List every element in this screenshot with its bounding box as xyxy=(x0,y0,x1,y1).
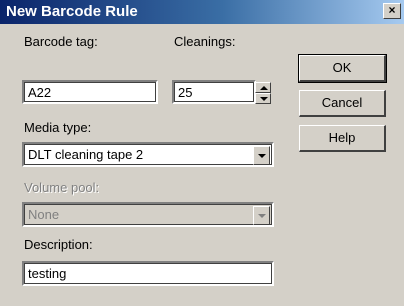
cleanings-spinner xyxy=(255,82,271,104)
cancel-button[interactable]: Cancel xyxy=(299,90,386,117)
media-type-value: DLT cleaning tape 2 xyxy=(28,147,144,162)
cleanings-increment-button[interactable] xyxy=(255,82,271,93)
media-type-label: Media type: xyxy=(24,120,92,135)
help-button[interactable]: Help xyxy=(299,125,386,152)
description-label: Description: xyxy=(24,237,93,252)
cleanings-label: Cleanings: xyxy=(174,34,236,49)
title-bar[interactable]: New Barcode Rule × xyxy=(0,0,404,24)
down-arrow-icon xyxy=(260,97,268,101)
media-type-dropdown-button[interactable] xyxy=(253,146,270,165)
up-arrow-icon xyxy=(260,86,268,90)
volume-pool-label: Volume pool: xyxy=(24,180,100,195)
description-input[interactable]: testing xyxy=(22,261,274,286)
volume-pool-value: None xyxy=(28,207,60,222)
volume-pool-dropdown-button xyxy=(253,206,270,225)
chevron-down-icon xyxy=(258,154,266,158)
ok-button[interactable]: OK xyxy=(298,54,387,83)
new-barcode-rule-dialog: New Barcode Rule × Barcode tag: A22 Clea… xyxy=(0,0,404,306)
barcode-tag-label: Barcode tag: xyxy=(24,34,98,49)
cleanings-input[interactable]: 25 xyxy=(172,80,256,104)
window-title: New Barcode Rule xyxy=(6,3,138,20)
chevron-down-icon xyxy=(258,214,266,218)
close-icon: × xyxy=(388,3,396,17)
barcode-tag-input[interactable]: A22 xyxy=(22,80,158,104)
cleanings-decrement-button[interactable] xyxy=(255,93,271,104)
volume-pool-select: None xyxy=(22,202,274,227)
close-button[interactable]: × xyxy=(383,3,401,19)
media-type-select[interactable]: DLT cleaning tape 2 xyxy=(22,142,274,167)
